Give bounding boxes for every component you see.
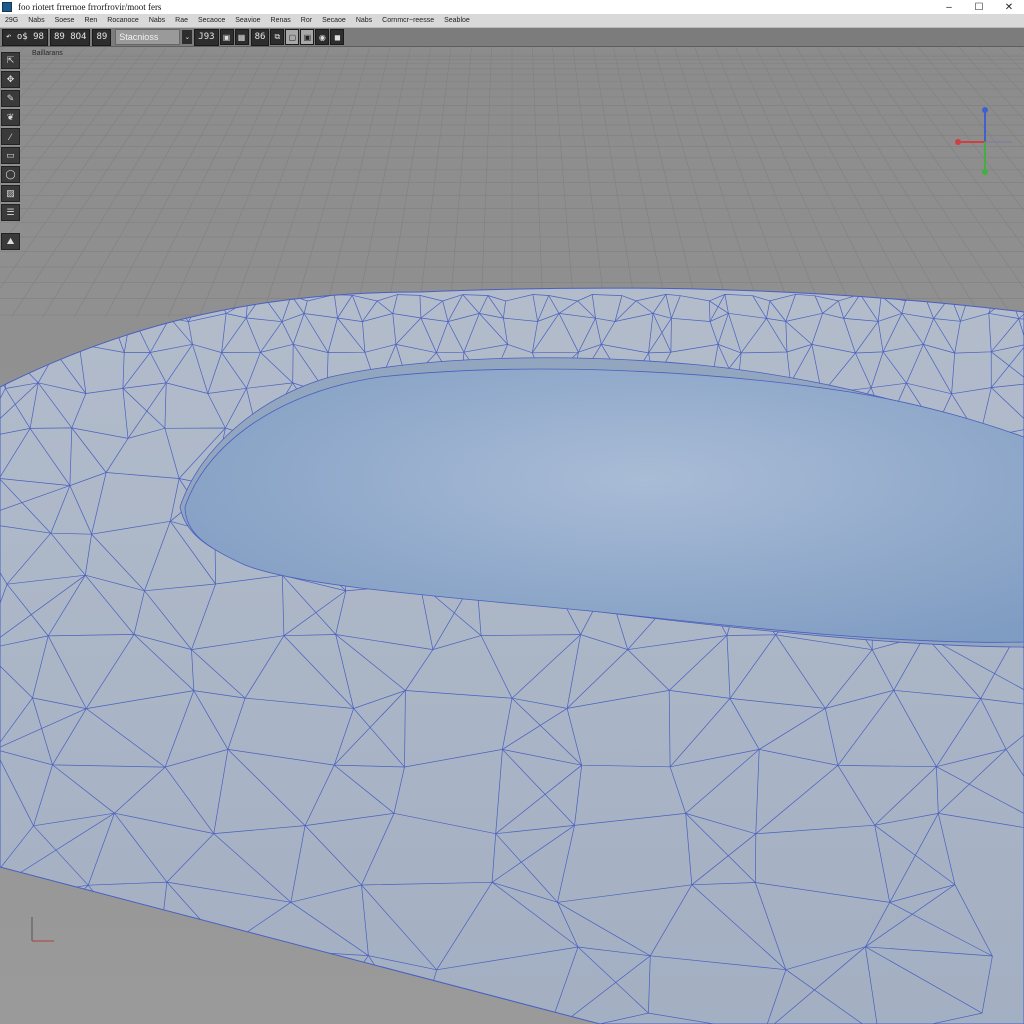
toolbar-group3-text: 89 bbox=[96, 32, 108, 42]
window-controls: – ☐ ✕ bbox=[934, 0, 1024, 14]
toolbar-undo-group[interactable]: ↶ o$ 98 bbox=[2, 28, 48, 46]
move-icon[interactable]: ✥ bbox=[1, 71, 20, 88]
grid-icon[interactable]: ▦ bbox=[234, 29, 249, 45]
close-button[interactable]: ✕ bbox=[994, 0, 1024, 14]
toolbar-group2-text: 89 8O4 bbox=[53, 32, 87, 42]
camera-icon[interactable]: ▣ bbox=[219, 29, 234, 45]
chevron-down-icon[interactable]: ⌄ bbox=[182, 30, 193, 44]
material-icon[interactable]: ◼ bbox=[330, 29, 345, 45]
navigation-gizmo[interactable] bbox=[950, 102, 1020, 177]
y-axis-handle[interactable] bbox=[982, 169, 988, 175]
z-axis-handle[interactable] bbox=[982, 107, 988, 113]
sculpt-icon[interactable]: ❦ bbox=[1, 109, 20, 126]
brush-icon[interactable]: ⁄ bbox=[1, 128, 20, 145]
toolbar-group5-text: 86 bbox=[254, 32, 266, 42]
maximize-button[interactable]: ☐ bbox=[964, 0, 994, 14]
menu-bar: 29G Nabs Soese Ren Rocanoce Nabs Rae Sec… bbox=[0, 14, 1024, 28]
toolbar-group4-text: J93 bbox=[198, 32, 215, 42]
frame-icon[interactable]: ⧉ bbox=[270, 29, 285, 45]
corner-axis-indicator bbox=[31, 917, 54, 942]
menu-item[interactable]: Soese bbox=[50, 17, 80, 24]
main-toolbar: ↶ o$ 98 89 8O4 89 Stacnioss ⌄ J93 ▣ ▦ 86… bbox=[0, 28, 1024, 47]
menu-item[interactable]: Ren bbox=[79, 17, 102, 24]
layers-icon[interactable]: ☰ bbox=[1, 204, 20, 221]
undo-icon[interactable]: ↶ bbox=[6, 32, 17, 42]
mesh-edge bbox=[670, 318, 672, 353]
window-title-bar: foo riotert frrernoe frrorfrovir/moot fe… bbox=[0, 0, 1024, 14]
menu-item[interactable]: Secaoce bbox=[193, 17, 230, 24]
app-icon bbox=[2, 2, 12, 12]
menu-item[interactable]: Rocanoce bbox=[102, 17, 144, 24]
solid-icon[interactable]: ▣ bbox=[300, 29, 315, 45]
shading-mode-select[interactable]: Stacnioss bbox=[115, 29, 181, 45]
box-icon[interactable]: ▭ bbox=[1, 147, 20, 164]
wireframe-icon[interactable]: ▢ bbox=[285, 29, 300, 45]
menu-item[interactable]: Rae bbox=[170, 17, 193, 24]
toolbar-snap-group[interactable]: 89 8O4 bbox=[49, 28, 91, 46]
terrain-icon[interactable]: ⛰ bbox=[1, 233, 20, 250]
toolbar-layer-group[interactable]: 89 bbox=[92, 28, 112, 46]
toolbar-transform-group[interactable]: J93 bbox=[194, 28, 219, 46]
menu-item[interactable]: 29G bbox=[0, 17, 23, 24]
select-icon[interactable]: ⇱ bbox=[1, 52, 20, 69]
minimize-button[interactable]: – bbox=[934, 0, 964, 14]
sphere-icon[interactable]: ◯ bbox=[1, 166, 20, 183]
menu-item[interactable]: Renas bbox=[266, 17, 296, 24]
3d-viewport[interactable]: Baillarans bbox=[0, 47, 1024, 1024]
menu-item[interactable]: Nabs bbox=[23, 17, 49, 24]
viewport-scene[interactable] bbox=[0, 47, 1024, 1024]
image-icon[interactable]: ▨ bbox=[1, 185, 20, 202]
mesh-edge bbox=[754, 833, 757, 883]
window-title: foo riotert frrernoe frrorfrovir/moot fe… bbox=[18, 2, 162, 12]
toolbar-view-group[interactable]: 86 bbox=[250, 28, 270, 46]
tool-shelf: ⇱ ✥ ✎ ❦ ⁄ ▭ ◯ ▨ ☰ ⛰ bbox=[0, 50, 20, 252]
viewport-label: Baillarans bbox=[32, 50, 63, 57]
menu-item[interactable]: Nabs bbox=[351, 17, 377, 24]
menu-item[interactable]: Seabloe bbox=[439, 17, 475, 24]
x-axis-handle[interactable] bbox=[955, 139, 961, 145]
toolbar-group1-text: o$ 98 bbox=[16, 32, 44, 42]
render-icon[interactable]: ◉ bbox=[315, 29, 330, 45]
menu-item[interactable]: Secaoe bbox=[317, 17, 351, 24]
menu-item[interactable]: Seavioe bbox=[230, 17, 265, 24]
paint-icon[interactable]: ✎ bbox=[1, 90, 20, 107]
mesh-edge bbox=[292, 344, 294, 383]
menu-item[interactable]: Cornmcr~reesse bbox=[377, 17, 439, 24]
menu-item[interactable]: Nabs bbox=[144, 17, 170, 24]
menu-item[interactable]: Ror bbox=[296, 17, 317, 24]
